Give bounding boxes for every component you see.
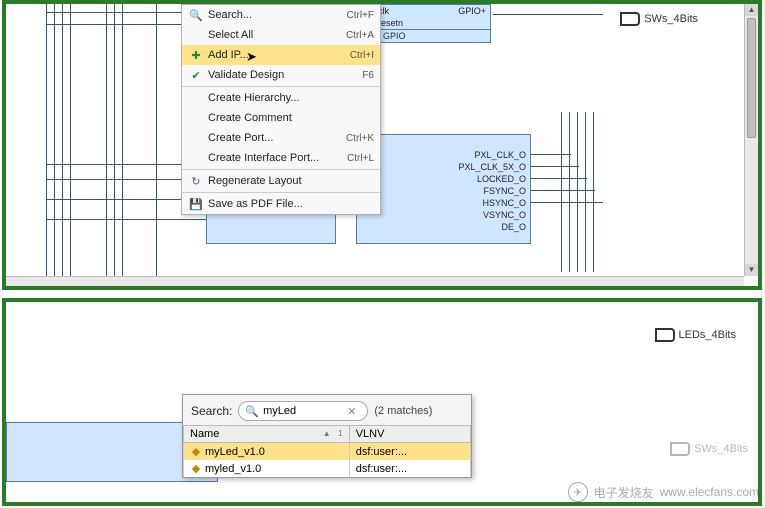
scroll-down-arrow-icon[interactable]: ▼ <box>745 264 758 276</box>
sort-index: 1 <box>338 429 342 438</box>
wire <box>54 4 55 284</box>
search-icon: 🔍 <box>245 405 259 418</box>
search-input[interactable] <box>263 405 343 417</box>
external-port-leds[interactable]: LEDs_4Bits <box>657 328 736 342</box>
menu-select-all[interactable]: Select All Ctrl+A <box>182 25 380 45</box>
watermark-icon: ✈ <box>568 482 588 502</box>
port-pxl-clk-5x[interactable]: PXL_CLK_5X_O <box>357 161 530 173</box>
wire <box>531 166 579 167</box>
wire <box>106 4 107 284</box>
wire <box>46 219 206 220</box>
watermark-site: www.elecfans.com <box>660 485 759 499</box>
watermark-brand: 电子发烧友 <box>594 484 654 501</box>
wire <box>531 154 571 155</box>
wire <box>577 112 578 272</box>
column-header-vlnv[interactable]: VLNV <box>349 426 470 443</box>
port-icon <box>622 12 640 26</box>
search-label: Search: <box>191 404 232 418</box>
wire <box>156 4 157 284</box>
add-ip-dialog: Search: 🔍 ✕ (2 matches) Name ▲ 1 <box>182 394 472 478</box>
context-menu: 🔍 Search... Ctrl+F Select All Ctrl+A ✚ A… <box>181 4 381 215</box>
sort-asc-icon: ▲ <box>323 429 331 438</box>
wire <box>531 178 587 179</box>
wire <box>561 112 562 272</box>
menu-add-ip[interactable]: ✚ Add IP... Ctrl+I <box>182 45 380 65</box>
external-port-label: SWs_4Bits <box>694 443 748 455</box>
port-icon <box>657 328 675 342</box>
horizontal-scrollbar[interactable] <box>6 276 744 286</box>
ip-block-dispctrl-right[interactable]: PXL_CLK_O PXL_CLK_5X_O LOCKED_O FSYNC_O … <box>356 134 531 244</box>
wire <box>531 190 595 191</box>
wire <box>46 4 47 284</box>
menu-create-interface-port[interactable]: Create Interface Port... Ctrl+L <box>182 148 380 168</box>
table-row[interactable]: ◆myled_v1.0 dsf:user:... <box>184 460 471 477</box>
block-design-canvas[interactable]: i_aclk i_aresetn GPIO+ AXI GPIO axi_disp… <box>6 4 758 286</box>
refresh-icon: ↻ <box>188 175 204 188</box>
menu-save-pdf[interactable]: 💾 Save as PDF File... <box>182 194 380 214</box>
menu-create-hierarchy[interactable]: Create Hierarchy... <box>182 88 380 108</box>
port-fsync[interactable]: FSYNC_O <box>357 185 530 197</box>
menu-separator <box>182 86 380 87</box>
scrollbar-thumb[interactable] <box>747 18 756 138</box>
cursor-icon: ➤ <box>246 49 257 65</box>
block-design-canvas[interactable]: LEDs_4Bits SWs_4Bits Search: 🔍 ✕ (2 matc… <box>6 302 758 502</box>
clear-icon[interactable]: ✕ <box>347 405 356 418</box>
wire <box>62 4 63 284</box>
wire <box>593 112 594 272</box>
match-count: (2 matches) <box>374 405 432 417</box>
port-icon <box>672 442 690 456</box>
menu-create-comment[interactable]: Create Comment <box>182 108 380 128</box>
port-vsync[interactable]: VSYNC_O <box>357 209 530 221</box>
menu-search[interactable]: 🔍 Search... Ctrl+F <box>182 5 380 25</box>
wire <box>70 4 71 284</box>
ip-icon: ◆ <box>190 445 202 458</box>
ip-results-table: Name ▲ 1 VLNV ◆myLed_v1.0 dsf:user:... <box>183 425 471 477</box>
search-field[interactable]: 🔍 ✕ <box>238 401 368 421</box>
menu-validate-design[interactable]: ✔ Validate Design F6 <box>182 65 380 85</box>
menu-regenerate-layout[interactable]: ↻ Regenerate Layout <box>182 171 380 191</box>
check-icon: ✔ <box>188 69 204 82</box>
search-icon: 🔍 <box>188 9 204 22</box>
bottom-panel: LEDs_4Bits SWs_4Bits Search: 🔍 ✕ (2 matc… <box>2 298 762 506</box>
port-hsync[interactable]: HSYNC_O <box>357 197 530 209</box>
external-port-label: SWs_4Bits <box>644 13 698 25</box>
ip-icon: ◆ <box>190 462 202 475</box>
top-panel: i_aclk i_aresetn GPIO+ AXI GPIO axi_disp… <box>2 0 762 290</box>
menu-create-port[interactable]: Create Port... Ctrl+K <box>182 128 380 148</box>
column-header-name[interactable]: Name ▲ 1 <box>184 426 350 443</box>
port-locked[interactable]: LOCKED_O <box>357 173 530 185</box>
menu-separator <box>182 169 380 170</box>
vertical-scrollbar[interactable]: ▲ ▼ <box>744 4 758 276</box>
table-row[interactable]: ◆myLed_v1.0 dsf:user:... <box>184 443 471 461</box>
port-gpio[interactable]: GPIO+ <box>426 5 490 17</box>
watermark: ✈ 电子发烧友 www.elecfans.com <box>568 482 759 502</box>
port-de[interactable]: DE_O <box>357 221 530 233</box>
add-icon: ✚ <box>188 49 204 62</box>
wire <box>493 14 603 15</box>
wire <box>569 112 570 272</box>
wire <box>114 4 115 284</box>
wire <box>585 112 586 272</box>
wire <box>122 4 123 284</box>
menu-separator <box>182 192 380 193</box>
port-pxl-clk[interactable]: PXL_CLK_O <box>357 149 530 161</box>
external-port-sws[interactable]: SWs_4Bits <box>672 442 748 456</box>
scroll-up-arrow-icon[interactable]: ▲ <box>745 4 758 16</box>
save-icon: 💾 <box>188 198 204 211</box>
wire <box>531 202 603 203</box>
external-port-sws[interactable]: SWs_4Bits <box>622 12 698 26</box>
external-port-label: LEDs_4Bits <box>679 329 736 341</box>
ip-block-footer: AXI GPIO <box>362 29 490 42</box>
